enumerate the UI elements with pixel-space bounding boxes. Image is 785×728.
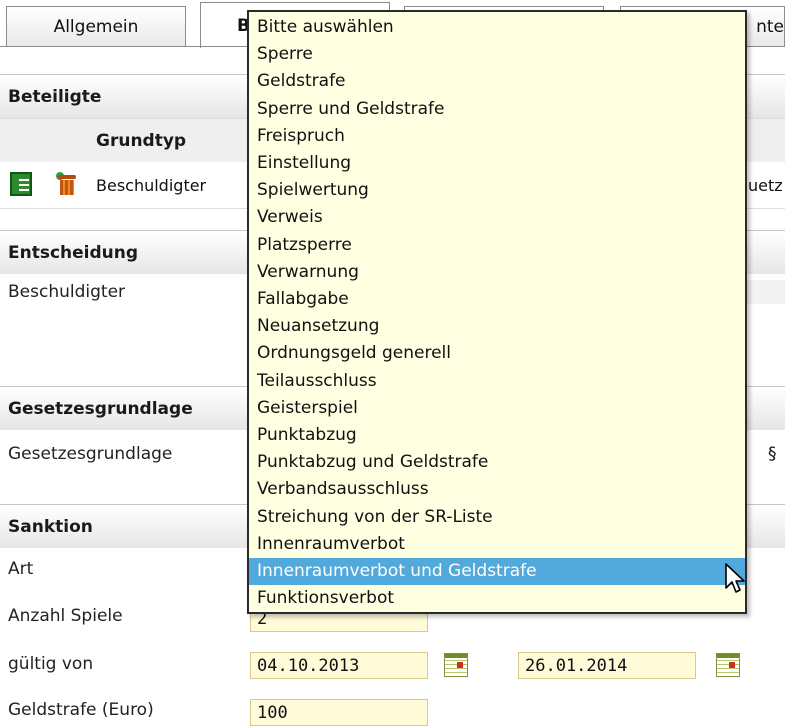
art-label: Art [8,559,34,579]
dropdown-option[interactable]: Verbandsausschluss [249,476,745,503]
gesetz-row-label: Gesetzesgrundlage [8,444,173,464]
grundtyp-cell: Beschuldigter [96,176,207,195]
dropdown-option[interactable]: Platzsperre [249,232,745,259]
dropdown-option[interactable]: Innenraumverbot und Geldstrafe [249,558,745,585]
section-entscheidung-title: Entscheidung [8,242,139,263]
mouse-pointer-icon [725,563,745,593]
section-gesetz-title: Gesetzesgrundlage [8,398,193,419]
geldstrafe-field[interactable]: 100 [250,699,428,726]
gueltig-bis-field[interactable]: 26.01.2014 [518,652,696,679]
paragraph-symbol: § [768,444,777,464]
dropdown-option[interactable]: Bitte auswählen [249,14,745,41]
row-trailing-cell: uetz [748,176,783,195]
tab-allgemein-label: Allgemein [53,16,139,37]
geldstrafe-label: Geldstrafe (Euro) [8,700,154,720]
dropdown-option[interactable]: Verweis [249,204,745,231]
dropdown-option[interactable]: Freispruch [249,123,745,150]
column-grundtyp-label: Grundtyp [96,130,187,151]
section-beteiligte-title: Beteiligte [8,86,102,107]
calendar-icon[interactable] [716,653,740,677]
tab-fourth-label: nte [756,16,784,37]
dropdown-option[interactable]: Verwarnung [249,259,745,286]
dropdown-option[interactable]: Geisterspiel [249,395,745,422]
dropdown-option[interactable]: Funktionsverbot [249,585,745,612]
dropdown-option[interactable]: Punktabzug [249,422,745,449]
dropdown-option[interactable]: Spielwertung [249,177,745,204]
gueltig-von-label: gültig von [8,654,94,674]
anzahl-spiele-label: Anzahl Spiele [8,606,123,626]
dropdown-option[interactable]: Einstellung [249,150,745,177]
entscheidung-row-label: Beschuldigter [8,282,126,302]
gueltig-von-field[interactable]: 04.10.2013 [250,652,428,679]
section-sanktion-title: Sanktion [8,516,93,537]
gueltig-von-value: 04.10.2013 [257,656,360,676]
gueltig-bis-value: 26.01.2014 [525,656,628,676]
art-dropdown-list[interactable]: Bitte auswählen Sperre Geldstrafe Sperre un… [247,10,747,614]
list-edit-icon[interactable] [10,172,32,196]
dropdown-option[interactable]: Sperre [249,41,745,68]
tab-allgemein[interactable]: Allgemein [6,6,186,46]
geldstrafe-value: 100 [257,703,288,723]
dropdown-option[interactable]: Neuansetzung [249,313,745,340]
calendar-icon[interactable] [444,653,468,677]
dropdown-option[interactable]: Ordnungsgeld generell [249,340,745,367]
dropdown-option[interactable]: Geldstrafe [249,68,745,95]
dropdown-option[interactable]: Streichung von der SR-Liste [249,504,745,531]
dropdown-option[interactable]: Innenraumverbot [249,531,745,558]
dropdown-option[interactable]: Fallabgabe [249,286,745,313]
dropdown-option[interactable]: Punktabzug und Geldstrafe [249,449,745,476]
trash-icon[interactable] [56,172,78,196]
dropdown-option[interactable]: Sperre und Geldstrafe [249,96,745,123]
dropdown-option[interactable]: Teilausschluss [249,368,745,395]
